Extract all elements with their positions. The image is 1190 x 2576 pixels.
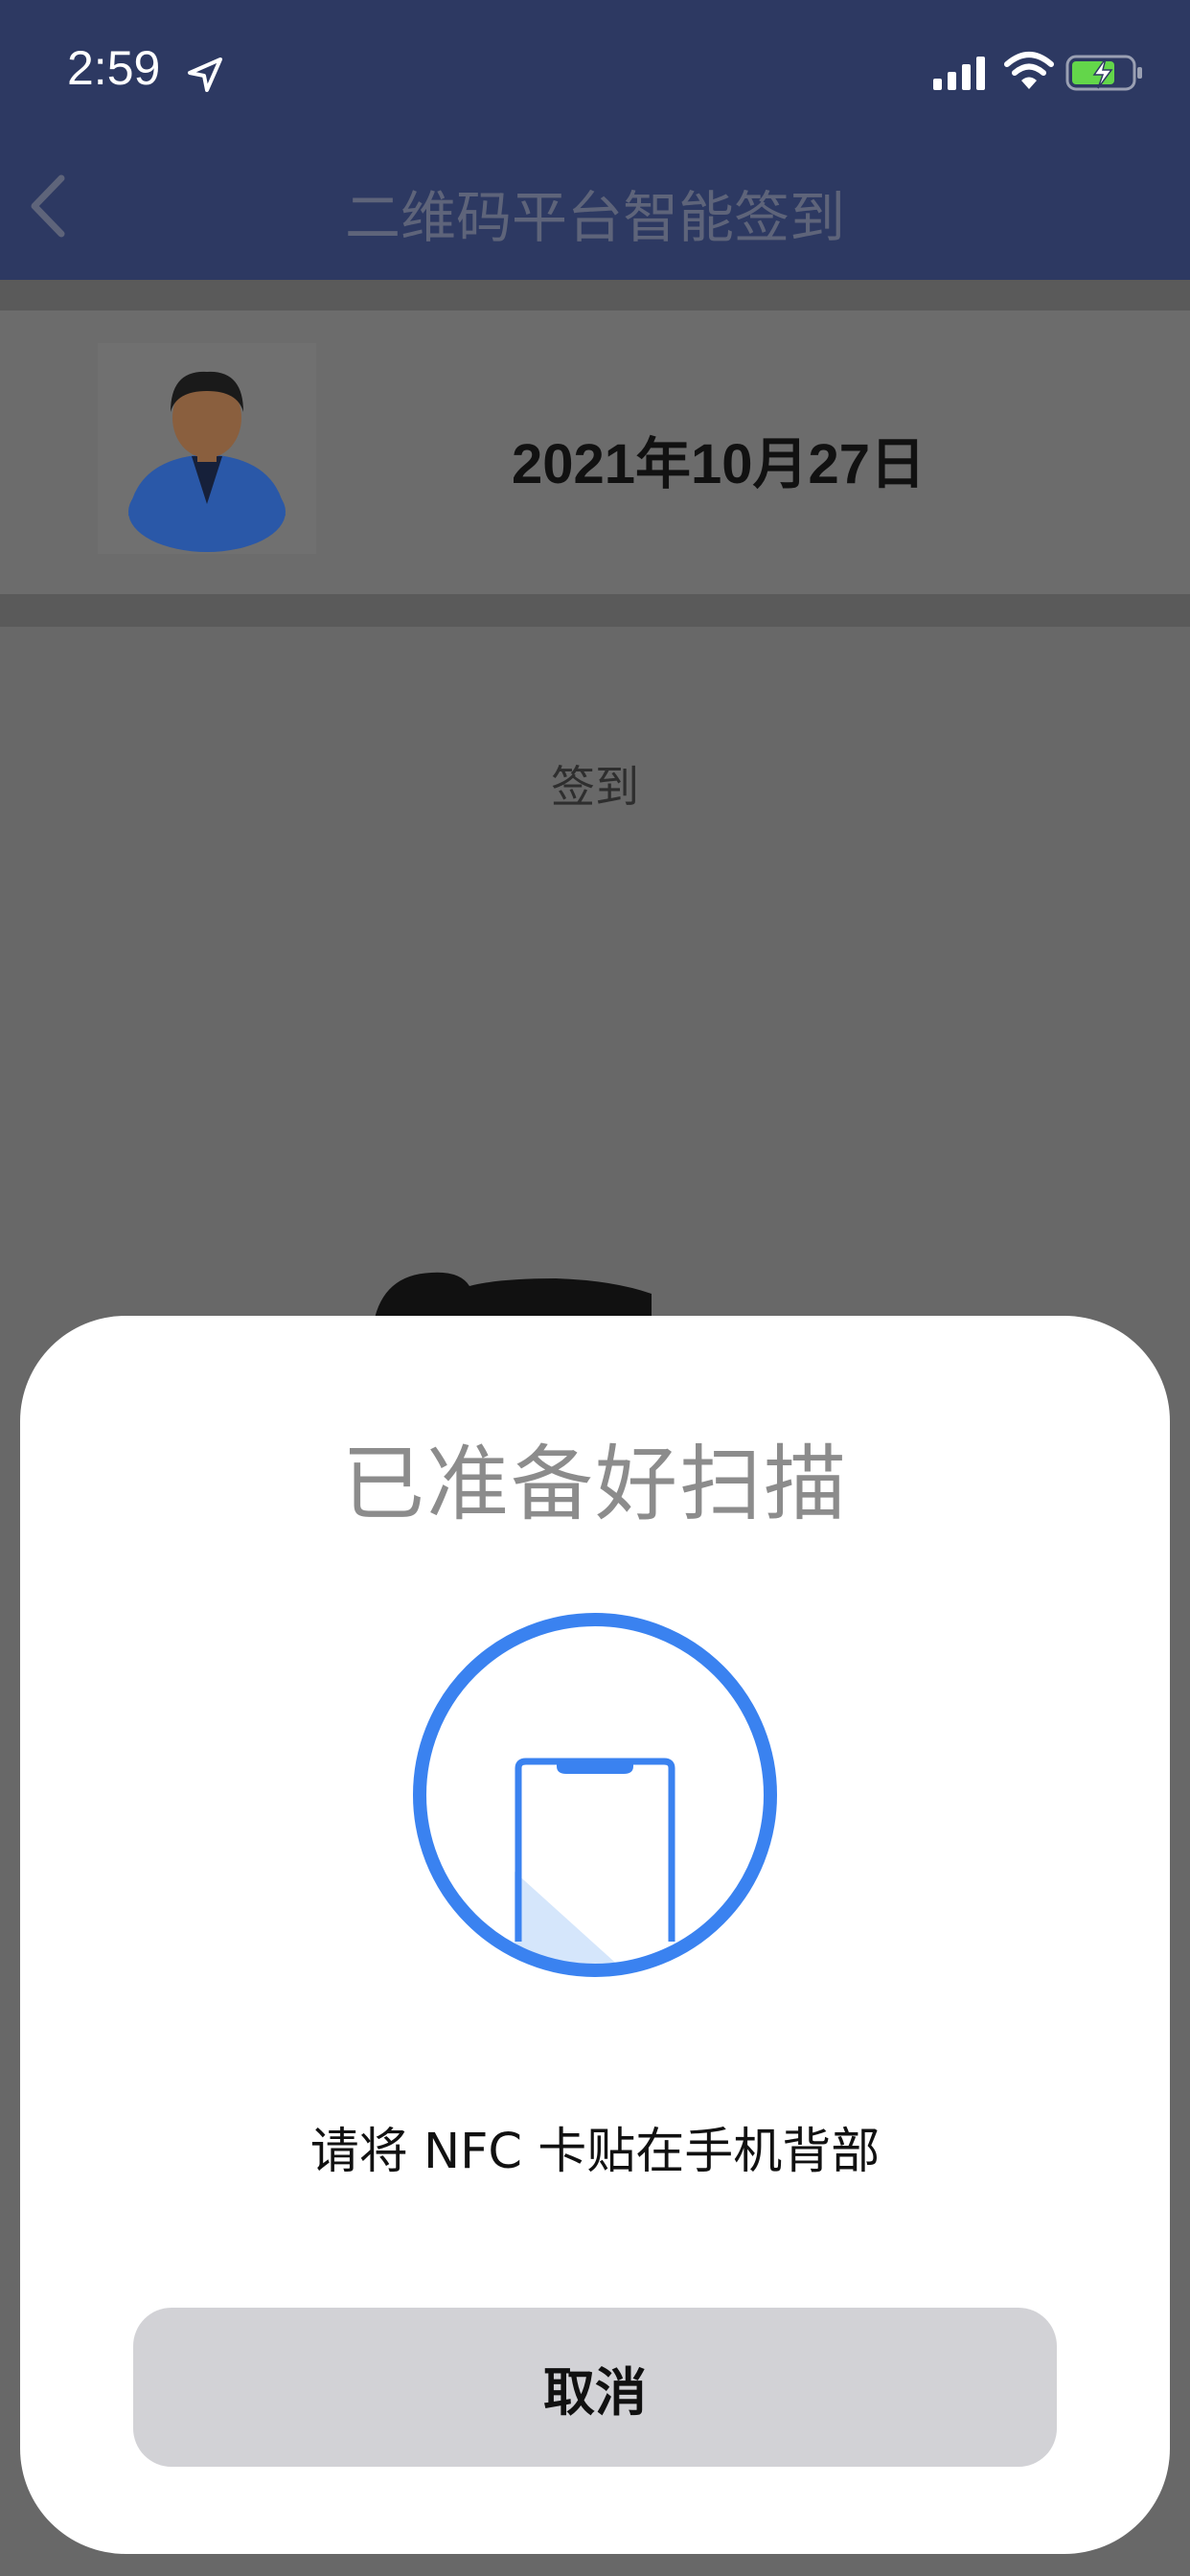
- phone-nfc-icon: [413, 1613, 777, 1977]
- location-arrow-icon: [188, 58, 222, 92]
- signin-button[interactable]: 签到: [0, 752, 1190, 816]
- page-title: 二维码平台智能签到: [344, 185, 845, 250]
- battery-charging-icon: [1065, 55, 1142, 91]
- cancel-button[interactable]: 取消: [133, 2308, 1057, 2467]
- wifi-icon: [1004, 52, 1054, 89]
- sheet-title: 已准备好扫描: [342, 1437, 848, 1532]
- nfc-instruction: 请将 NFC 卡贴在手机背部: [309, 2124, 881, 2180]
- separator-band: [0, 280, 1190, 310]
- date-label: 2021年10月27日: [511, 433, 927, 495]
- user-avatar-icon: [128, 371, 286, 552]
- nfc-scan-sheet: 已准备好扫描 请将 NFC 卡贴在手机背部 取消: [20, 1316, 1170, 2554]
- cellular-signal-icon: [933, 57, 985, 90]
- status-time: 2:59: [67, 41, 161, 95]
- partial-graphic: [374, 1272, 652, 1322]
- nav-bar: 2:59 二维码平台智能签到: [0, 0, 1190, 280]
- separator-band: [0, 594, 1190, 627]
